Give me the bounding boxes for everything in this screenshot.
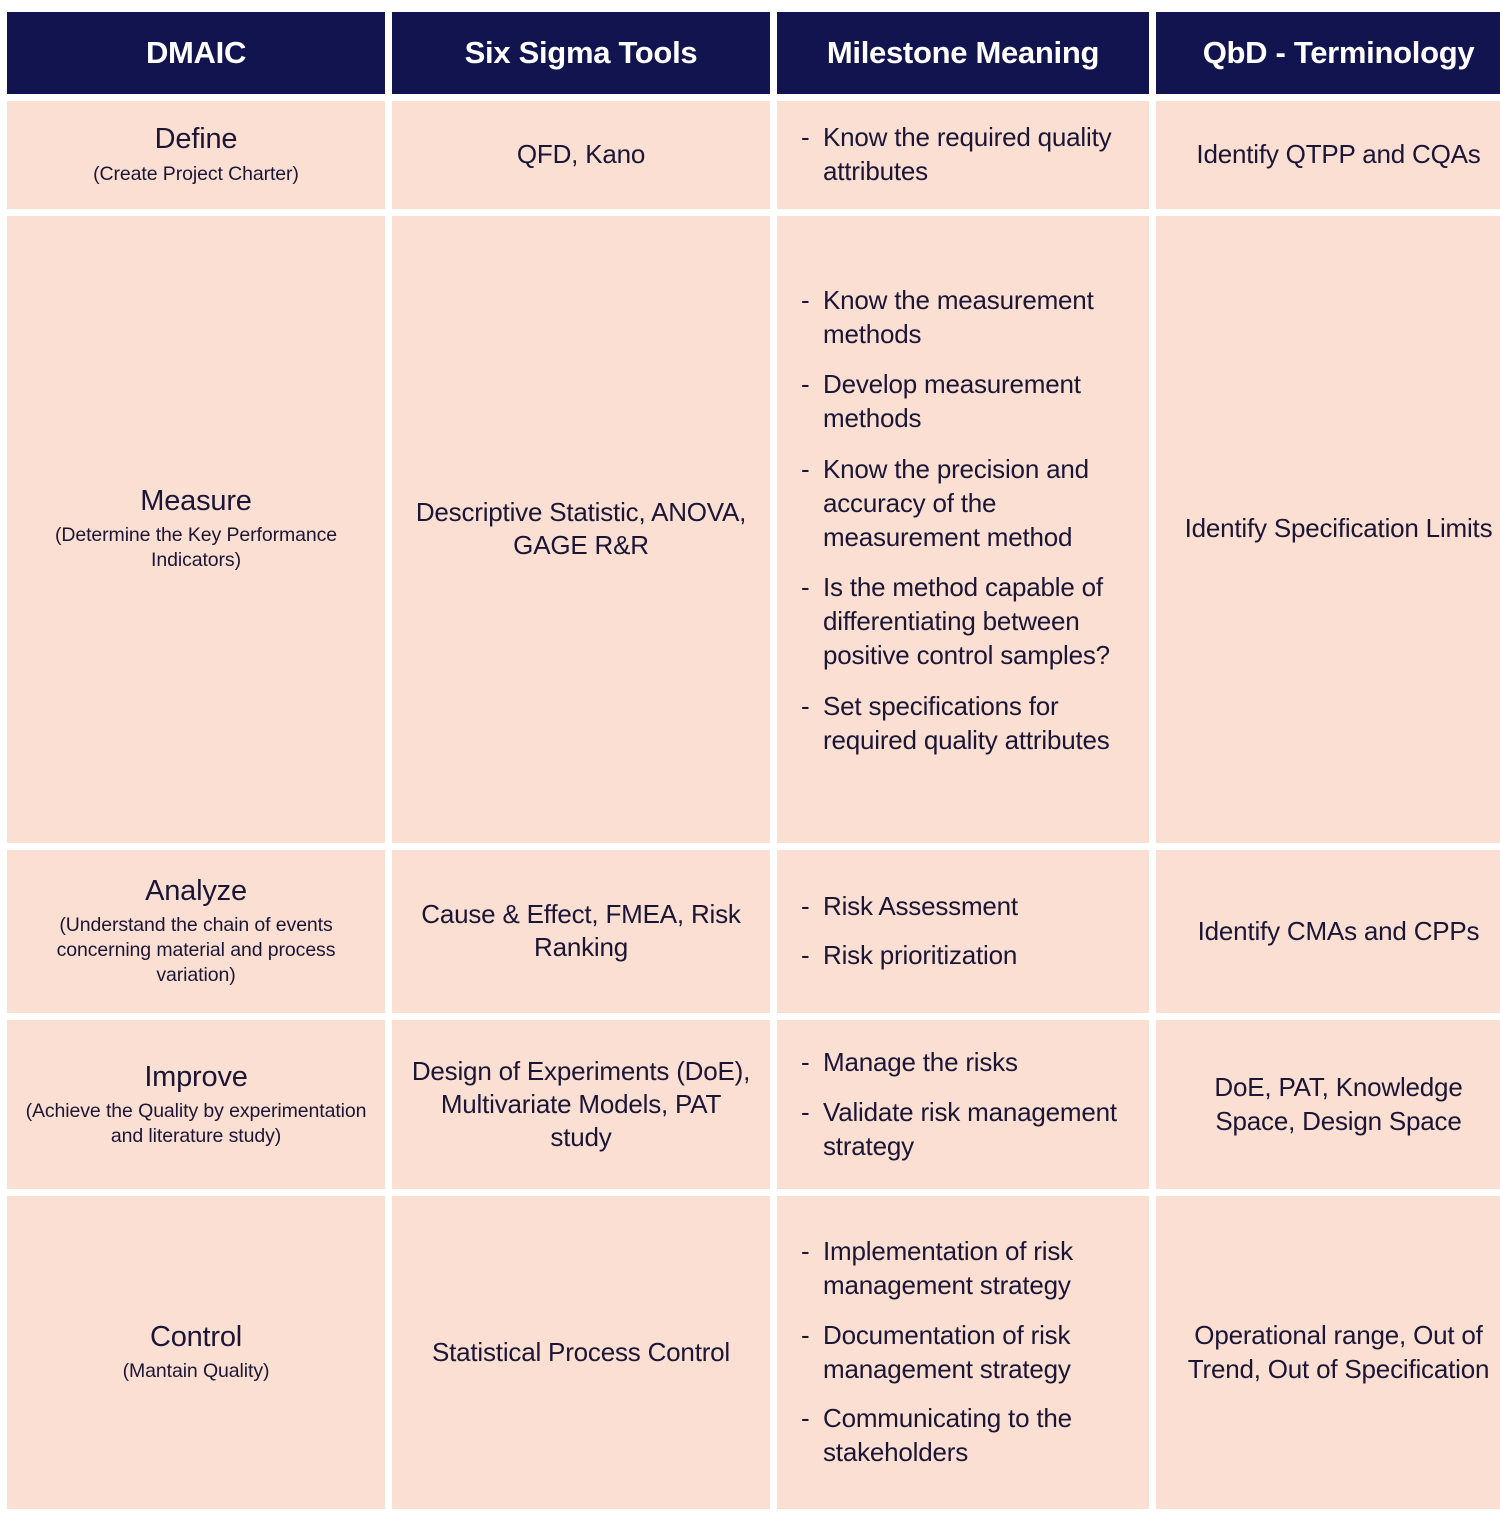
bullet-dash-icon: - [801, 1046, 810, 1077]
cell-phase-analyze: Analyze (Understand the chain of events … [7, 849, 385, 1014]
list-item: - Validate risk management strategy [801, 1096, 1137, 1164]
list-item-text: Manage the risks [823, 1046, 1018, 1077]
milestone-list: - Risk Assessment - Risk prioritization [799, 890, 1137, 974]
phase-name: Define [154, 123, 238, 156]
list-item-text: Validate risk management strategy [823, 1096, 1117, 1161]
dmaic-qbd-table: DMAIC Six Sigma Tools Milestone Meaning … [0, 5, 1500, 1516]
bullet-dash-icon: - [801, 453, 810, 484]
table-row: Improve (Achieve the Quality by experime… [7, 1020, 1500, 1190]
phase-note: (Mantain Quality) [122, 1360, 270, 1383]
list-item-text: Communicating to the stakeholders [823, 1403, 1072, 1468]
phase-name: Measure [140, 484, 252, 517]
list-item-text: Know the precision and accuracy of the m… [823, 453, 1089, 552]
header-row: DMAIC Six Sigma Tools Milestone Meaning … [7, 12, 1500, 94]
list-item-text: Is the method capable of differentiating… [823, 572, 1110, 670]
list-item: - Manage the risks [801, 1046, 1137, 1080]
cell-tools-measure: Descriptive Statistic, ANOVA, GAGE R&R [392, 215, 770, 843]
bullet-dash-icon: - [801, 1403, 810, 1434]
phase-name: Improve [144, 1060, 248, 1093]
bullet-dash-icon: - [801, 1096, 810, 1127]
list-item: - Set specifications for required quality… [801, 690, 1137, 758]
bullet-dash-icon: - [801, 369, 810, 400]
cell-phase-measure: Measure (Determine the Key Performance I… [7, 215, 385, 843]
cell-milestone-define: - Know the required quality attributes [777, 101, 1149, 209]
cell-milestone-improve: - Manage the risks - Validate risk managem… [777, 1020, 1149, 1190]
cell-tools-define: QFD, Kano [392, 101, 770, 209]
phase-note: (Understand the chain of events concerni… [56, 914, 336, 987]
phase-note: (Create Project Charter) [93, 162, 299, 185]
cell-tools-improve: Design of Experiments (DoE), Multivariat… [392, 1020, 770, 1190]
phase-name: Analyze [145, 874, 247, 907]
list-item: - Know the precision and accuracy of the … [801, 453, 1137, 554]
table-row: Control (Mantain Quality) Statistical Pr… [7, 1196, 1500, 1509]
phase-note: (Determine the Key Performance Indicator… [54, 524, 338, 572]
cell-milestone-control: - Implementation of risk management strat… [777, 1196, 1149, 1509]
list-item: - Develop measurement methods [801, 368, 1137, 436]
list-item: - Risk Assessment [801, 890, 1137, 924]
phase-note: (Achieve the Quality by experimentation … [25, 1099, 367, 1147]
list-item: - Communicating to the stakeholders [801, 1402, 1137, 1470]
table-body: Define (Create Project Charter) QFD, Kan… [7, 101, 1500, 1509]
bullet-dash-icon: - [801, 121, 810, 152]
cell-phase-improve: Improve (Achieve the Quality by experime… [7, 1020, 385, 1190]
bullet-dash-icon: - [801, 572, 810, 603]
column-header-milestone-meaning: Milestone Meaning [777, 12, 1149, 94]
list-item-text: Know the measurement methods [823, 284, 1094, 349]
bullet-dash-icon: - [801, 690, 810, 721]
cell-qbd-measure: Identify Specification Limits [1156, 215, 1500, 843]
table-row: Analyze (Understand the chain of events … [7, 849, 1500, 1014]
bullet-dash-icon: - [801, 284, 810, 315]
bullet-dash-icon: - [801, 1236, 810, 1267]
cell-milestone-analyze: - Risk Assessment - Risk prioritization [777, 849, 1149, 1014]
cell-tools-analyze: Cause & Effect, FMEA, Risk Ranking [392, 849, 770, 1014]
milestone-list: - Implementation of risk management strat… [799, 1235, 1137, 1470]
milestone-list: - Know the measurement methods - Develop m… [799, 284, 1137, 758]
list-item-text: Implementation of risk management strate… [823, 1236, 1073, 1300]
list-item-text: Know the required quality attributes [823, 121, 1112, 186]
table-header: DMAIC Six Sigma Tools Milestone Meaning … [7, 12, 1500, 94]
cell-milestone-measure: - Know the measurement methods - Develop m… [777, 215, 1149, 843]
list-item-text: Set specifications for required quality … [823, 690, 1110, 755]
dmaic-qbd-table-container: DMAIC Six Sigma Tools Milestone Meaning … [0, 0, 1500, 1519]
cell-qbd-analyze: Identify CMAs and CPPs [1156, 849, 1500, 1014]
cell-tools-control: Statistical Process Control [392, 1196, 770, 1509]
bullet-dash-icon: - [801, 1319, 810, 1350]
list-item-text: Risk prioritization [823, 940, 1018, 971]
column-header-six-sigma-tools: Six Sigma Tools [392, 12, 770, 94]
phase-name: Control [149, 1320, 243, 1353]
list-item: - Know the required quality attributes [801, 121, 1137, 189]
milestone-list: - Know the required quality attributes [799, 121, 1137, 189]
column-header-qbd-terminology: QbD - Terminology [1156, 12, 1500, 94]
list-item: - Is the method capable of differentiatin… [801, 571, 1137, 672]
list-item: - Know the measurement methods [801, 284, 1137, 352]
bullet-dash-icon: - [801, 890, 810, 921]
cell-qbd-control: Operational range, Out of Trend, Out of … [1156, 1196, 1500, 1509]
table-row: Measure (Determine the Key Performance I… [7, 215, 1500, 843]
list-item: - Documentation of risk management strate… [801, 1319, 1137, 1387]
list-item-text: Risk Assessment [823, 890, 1018, 921]
milestone-list: - Manage the risks - Validate risk managem… [799, 1046, 1137, 1163]
cell-qbd-improve: DoE, PAT, Knowledge Space, Design Space [1156, 1020, 1500, 1190]
list-item-text: Documentation of risk management strateg… [823, 1319, 1071, 1384]
list-item: - Risk prioritization [801, 939, 1137, 973]
cell-phase-control: Control (Mantain Quality) [7, 1196, 385, 1509]
table-row: Define (Create Project Charter) QFD, Kan… [7, 101, 1500, 209]
list-item: - Implementation of risk management strat… [801, 1235, 1137, 1303]
list-item-text: Develop measurement methods [823, 369, 1081, 434]
bullet-dash-icon: - [801, 940, 810, 971]
column-header-dmaic: DMAIC [7, 12, 385, 94]
cell-phase-define: Define (Create Project Charter) [7, 101, 385, 209]
cell-qbd-define: Identify QTPP and CQAs [1156, 101, 1500, 209]
